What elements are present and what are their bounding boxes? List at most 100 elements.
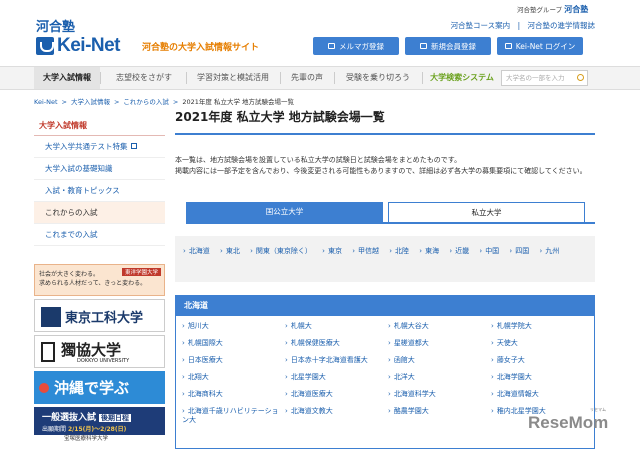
university-link[interactable]: 札幌保健医療大 [285,339,385,348]
top-link-course[interactable]: 河合塾コース案内 [451,21,511,30]
university-link[interactable]: 札幌大谷大 [388,322,488,331]
mailmag-button[interactable]: メルマガ登録 [313,37,399,55]
intro-line1: 本一覧は、地方試験会場を設置している私立大学の試験日と試験会場をまとめたものです… [175,156,462,164]
banner-tokyo-kogyo[interactable]: 東京工科大学 [34,299,165,332]
login-button[interactable]: Kei-Net ログイン [497,37,583,55]
region-links: 北海道 東北 関東（東京除く） 東京 甲信越 北陸 東海 近畿 中国 四国 九州 [175,236,595,282]
university-link[interactable]: 北海道文教大 [285,407,385,416]
top-links: 河合塾コース案内 | 河合塾の進学情報誌 [446,20,595,31]
university-link[interactable]: 日本赤十字北海道看護大 [285,356,385,365]
register-icon [420,43,427,49]
university-search-input[interactable]: 大学名の一部を入力 [501,70,588,86]
university-link[interactable]: 酪農学園大 [388,407,488,416]
sidebar-item-basics[interactable]: 大学入試の基礎知識 [34,158,165,180]
university-link[interactable]: 北海道千歳リハビリテーション大 [182,407,282,425]
breadcrumb-future-exams[interactable]: これからの入試 [123,98,169,106]
region-link-kyushu[interactable]: 九州 [539,243,559,259]
region-link-koshinetsu[interactable]: 甲信越 [352,243,379,259]
sidebar-item-past-exams[interactable]: これまでの入試 [34,224,165,246]
banner-takarazuka[interactable]: 一般選抜入試 後期日程 出願期間 2/15(月)～2/28(日) 宝塚医療科学大学 [34,407,165,444]
region-link-tokai[interactable]: 東海 [419,243,439,259]
section-title: 北海道 [176,296,594,316]
banner1-line1: 社会が大きく変わる。 [39,271,100,278]
banner-okinawa[interactable]: 沖縄で学ぶ [34,371,165,404]
banner5-title: 一般選抜入試 後期日程 [42,410,132,423]
login-label: Kei-Net ログイン [515,41,576,51]
university-link[interactable]: 旭川大 [182,322,282,331]
watermark-text: ReseMom [528,413,609,432]
breadcrumb-sep: > [172,98,179,106]
tab-national-public[interactable]: 国公立大学 [186,202,383,222]
header-buttons: メルマガ登録 新規会員登録 Kei-Net ログイン [313,37,583,55]
nav-entrance-info[interactable]: 大学入試情報 [34,67,100,89]
group-label: 河合塾グループ 河合塾 [517,4,588,15]
search-icon[interactable] [577,74,584,81]
watermark-small: リセマム [590,407,606,412]
university-link[interactable]: 札幌学院大 [491,322,591,331]
region-link-tokyo[interactable]: 東京 [322,243,342,259]
banner5-date-label: 出願期間 [42,426,67,433]
breadcrumb-home[interactable]: Kei-Net [34,98,58,106]
university-link[interactable]: 北翔大 [182,373,282,382]
intro-text: 本一覧は、地方試験会場を設置している私立大学の試験日と試験会場をまとめたものです… [175,155,595,177]
top-link-magazine[interactable]: 河合塾の進学情報誌 [528,21,596,30]
region-link-shikoku[interactable]: 四国 [509,243,529,259]
university-link[interactable]: 北海道情報大 [491,390,591,399]
nav-exam-tips[interactable]: 受験を乗り切ろう [336,67,420,89]
sidebar-item-common-test[interactable]: 大学入学共通テスト特集 [34,136,165,158]
nav-divider [422,72,423,84]
sidebar-item-topics[interactable]: 入試・教育トピックス [34,180,165,202]
nav-senior-voice[interactable]: 先輩の声 [282,67,332,89]
banner2-text: 東京工科大学 [65,311,144,326]
nav-divider [280,72,281,84]
breadcrumb-entrance-info[interactable]: 大学入試情報 [71,98,110,106]
nav-search-system[interactable]: 大学検索システム [424,67,500,89]
register-button[interactable]: 新規会員登録 [405,37,491,55]
banner5-date: 出願期間 2/15(月)～2/28(日) [42,424,126,433]
kawaijuku-logo[interactable]: 河合塾 [36,16,75,35]
flower-icon [39,383,49,393]
banner-dokkyo[interactable]: 獨協大学 DOKKYO UNIVERSITY [34,335,165,368]
group-logo[interactable]: 河合塾 [564,4,588,14]
university-link[interactable]: 北洋大 [388,373,488,382]
region-link-chugoku[interactable]: 中国 [479,243,499,259]
banner5-title-text: 一般選抜入試 [42,413,97,423]
global-nav: 大学入試情報 志望校をさがす 学習対策と模試活用 先輩の声 受験を乗り切ろう 大… [0,66,640,90]
site-header: 河合塾 Kei-Net 河合塾の大学入試情報サイト 河合塾グループ 河合塾 河合… [0,0,640,66]
university-link[interactable]: 天使大 [491,339,591,348]
group-prefix: 河合塾グループ [517,6,563,14]
university-link[interactable]: 北星学園大 [285,373,385,382]
region-link-kanto[interactable]: 関東（東京除く） [250,243,312,259]
keinet-logo[interactable]: Kei-Net [36,35,136,57]
university-link[interactable]: 藤女子大 [491,356,591,365]
university-link[interactable]: 星槎道都大 [388,339,488,348]
tab-private[interactable]: 私立大学 [388,202,585,222]
university-link[interactable]: 日本医療大 [182,356,282,365]
region-link-hokkaido[interactable]: 北海道 [183,243,210,259]
university-link[interactable]: 北海学園大 [491,373,591,382]
resemom-watermark: ReseMom リセマム [528,407,609,433]
banner-toyo-gakuen[interactable]: 社会が大きく変わる。 求められる人材だって、きっと変わる。 東洋学園大学 [34,264,165,296]
university-link[interactable]: 札幌大 [285,322,385,331]
university-link[interactable]: 札幌国際大 [182,339,282,348]
nav-study[interactable]: 学習対策と模試活用 [188,67,278,89]
search-placeholder: 大学名の一部を入力 [506,74,565,82]
sidebar-heading[interactable]: 大学入試情報 [34,116,165,136]
university-link[interactable]: 北海道医療大 [285,390,385,399]
nav-find-school[interactable]: 志望校をさがす [104,67,184,89]
region-link-hokuriku[interactable]: 北陸 [389,243,409,259]
nav-divider [334,72,335,84]
region-link-tohoku[interactable]: 東北 [220,243,240,259]
breadcrumb-sep: > [61,98,67,106]
site-tagline: 河合塾の大学入試情報サイト [142,43,260,53]
register-label: 新規会員登録 [431,41,476,51]
nav-divider [100,72,101,84]
tut-logo-icon [41,307,61,327]
university-link[interactable]: 函館大 [388,356,488,365]
university-link[interactable]: 北海商科大 [182,390,282,399]
sidebar-item-future-exams[interactable]: これからの入試 [34,202,165,224]
breadcrumb-current: 2021年度 私立大学 地方試験会場一覧 [182,98,295,106]
university-link[interactable]: 北海道科学大 [388,390,488,399]
region-link-kinki[interactable]: 近畿 [449,243,469,259]
sidebar-item-label: 大学入学共通テスト特集 [45,142,128,151]
